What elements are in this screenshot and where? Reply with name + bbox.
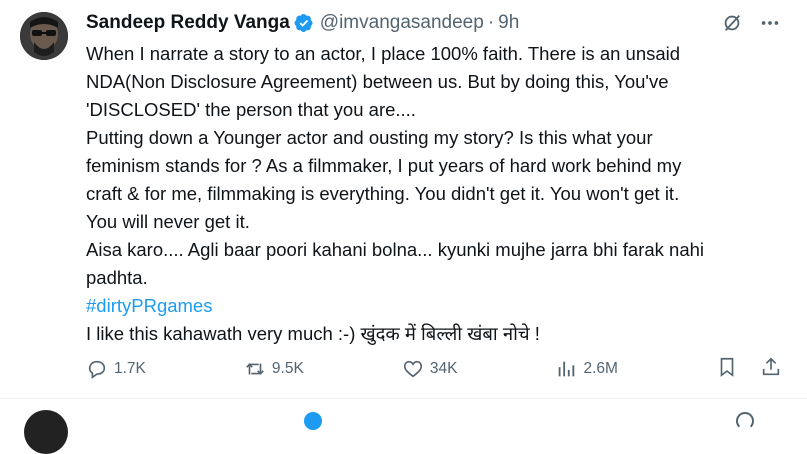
grok-icon[interactable] (721, 12, 743, 39)
verified-badge-icon (294, 13, 314, 33)
next-tweet-grok-icon[interactable] (736, 412, 754, 430)
hashtag-link[interactable]: #dirtyPRgames (86, 295, 212, 316)
text-line: Putting down a Younger actor and ousting… (86, 127, 653, 148)
reply-count: 1.7K (114, 360, 146, 377)
text-line: craft & for me, filmmaking is everything… (86, 183, 680, 204)
text-line: NDA(Non Disclosure Agreement) between us… (86, 71, 669, 92)
next-tweet-verified-badge-icon (304, 412, 322, 430)
like-icon (403, 360, 422, 378)
author-handle[interactable]: @imvangasandeep (320, 12, 484, 34)
text-line: 'DISCLOSED' the person that you are.... (86, 99, 416, 120)
share-button[interactable] (760, 356, 782, 383)
separator-dot: · (487, 12, 495, 33)
next-tweet-avatar[interactable] (24, 410, 68, 454)
text-line: When I narrate a story to an actor, I pl… (86, 43, 681, 64)
more-icon[interactable] (759, 12, 781, 39)
repost-icon (246, 363, 264, 375)
author-name[interactable]: Sandeep Reddy Vanga (86, 12, 290, 34)
text-line: feminism stands for ? As a filmmaker, I … (86, 155, 682, 176)
tweet-text: When I narrate a story to an actor, I pl… (86, 40, 786, 348)
like-count: 34K (429, 360, 458, 377)
views-button[interactable]: 2.6M (555, 358, 618, 380)
text-line: padhta. (86, 267, 148, 288)
bookmark-share-group (716, 356, 782, 383)
reply-icon (88, 360, 106, 379)
top-right-icons (721, 12, 781, 39)
text-line: Aisa karo.... Agli baar poori kahani bol… (86, 239, 705, 260)
repost-button[interactable]: 9.5K (244, 358, 304, 380)
view-count: 2.6M (583, 360, 618, 377)
tweet[interactable]: Sandeep Reddy Vanga @imvangasandeep · 9h… (0, 0, 807, 399)
share-icon (762, 357, 780, 375)
action-bar: 1.7K 9.5K 34K 2.6M (86, 354, 782, 384)
text-line: You will never get it. (86, 211, 250, 232)
tweet-header: Sandeep Reddy Vanga @imvangasandeep · 9h (86, 10, 519, 36)
timestamp[interactable]: 9h (498, 12, 519, 34)
bookmark-button[interactable] (716, 356, 738, 383)
views-icon (559, 361, 575, 377)
reply-button[interactable]: 1.7K (86, 358, 146, 380)
like-button[interactable]: 34K (402, 358, 458, 380)
bookmark-icon (720, 357, 734, 377)
avatar[interactable] (20, 12, 68, 60)
text-line: I like this kahawath very much :-) खुंदक… (86, 323, 540, 344)
repost-count: 9.5K (271, 360, 304, 377)
